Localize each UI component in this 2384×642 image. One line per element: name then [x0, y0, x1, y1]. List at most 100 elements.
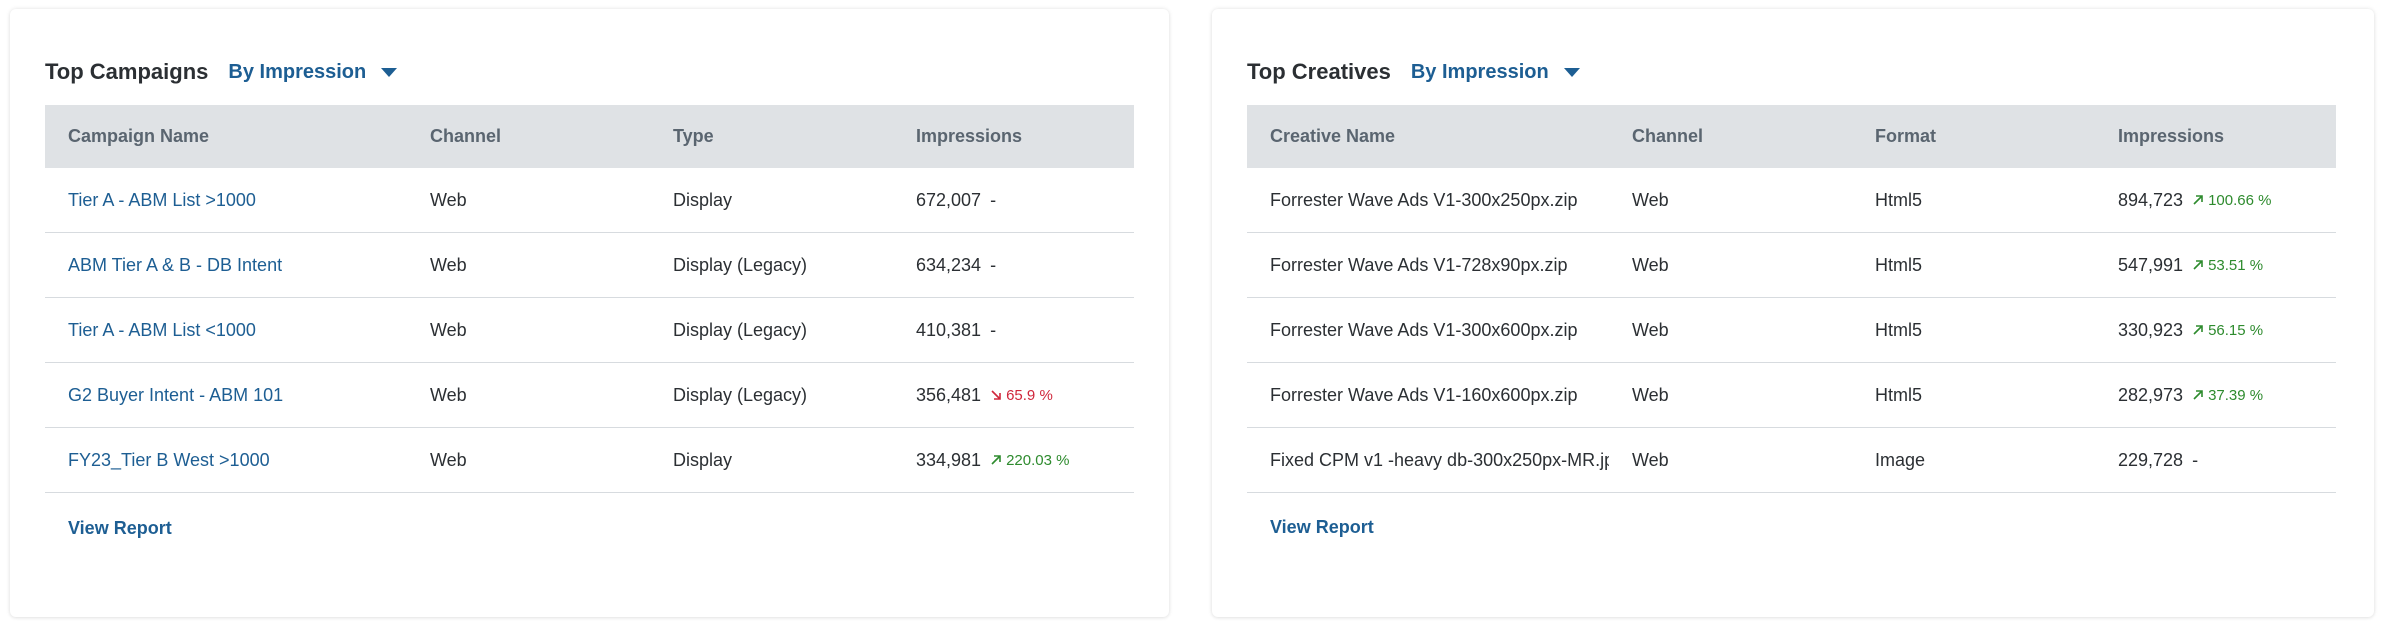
- arrow-up-right-icon: [2193, 260, 2203, 270]
- type-cell: Html5: [1875, 319, 1923, 340]
- trend-value: -: [990, 254, 997, 275]
- impressions-value: 672,007: [916, 189, 982, 210]
- table-header: Campaign Name Channel Type Impressions: [45, 105, 1134, 168]
- channel-cell: Web: [430, 189, 467, 210]
- table-row: Tier A - ABM List <1000 Web Display (Legac…: [45, 298, 1134, 363]
- trend-value: 53.51 %: [2208, 256, 2264, 274]
- impressions-cell: 672,007-: [893, 190, 1134, 211]
- channel-cell: Web: [1632, 319, 1669, 340]
- impressions-cell: 330,923 56.15 %: [2095, 320, 2336, 341]
- impressions-value: 330,923: [2118, 319, 2184, 340]
- card-title: Top Creatives: [1247, 59, 1391, 84]
- type-cell: Html5: [1875, 254, 1923, 275]
- creative-name: Forrester Wave Ads V1-728x90px.zip: [1270, 254, 1568, 275]
- type-cell: Image: [1875, 449, 1926, 470]
- trend-indicator: 220.03 %: [990, 452, 1069, 469]
- channel-cell: Web: [1632, 449, 1669, 470]
- trend-value: -: [990, 189, 997, 210]
- trend-indicator: -: [2192, 450, 2198, 471]
- impressions-value: 282,973: [2118, 384, 2184, 405]
- impressions-value: 634,234: [916, 254, 982, 275]
- impressions-value: 894,723: [2118, 189, 2184, 210]
- campaign-name-link[interactable]: ABM Tier A & B - DB Intent: [45, 255, 407, 276]
- campaign-name-link[interactable]: G2 Buyer Intent - ABM 101: [45, 385, 407, 406]
- impressions-cell: 894,723 100.66 %: [2095, 190, 2336, 211]
- impressions-value: 410,381: [916, 319, 982, 340]
- trend-value: 220.03 %: [1006, 451, 1070, 469]
- impressions-cell: 334,981 220.03 %: [893, 450, 1134, 471]
- table-row: Forrester Wave Ads V1-728x90px.zip Web Htm…: [1247, 233, 2336, 298]
- impressions-value: 334,981: [916, 449, 982, 470]
- impressions-cell: 356,481 65.9 %: [893, 385, 1134, 406]
- top-campaigns-card: Top Campaigns By Impression Campaign Nam…: [10, 9, 1169, 617]
- creative-name: Forrester Wave Ads V1-160x600px.zip: [1270, 384, 1578, 405]
- table-body: Forrester Wave Ads V1-300x250px.zip Web Ht…: [1247, 168, 2336, 493]
- campaigns-table: Campaign Name Channel Type Impressions T…: [45, 105, 1134, 493]
- campaign-name-link[interactable]: Tier A - ABM List <1000: [45, 320, 407, 341]
- sort-dropdown[interactable]: By Impression: [1411, 61, 1581, 84]
- table-row: G2 Buyer Intent - ABM 101 Web Display (Leg…: [45, 363, 1134, 428]
- impressions-cell: 282,973 37.39 %: [2095, 385, 2336, 406]
- type-cell: Html5: [1875, 384, 1923, 405]
- table-row: ABM Tier A & B - DB Intent Web Display (Le…: [45, 233, 1134, 298]
- impressions-value: 229,728: [2118, 449, 2184, 470]
- trend-indicator: -: [990, 255, 996, 276]
- column-header-format: Format: [1875, 126, 1937, 146]
- table-header: Creative Name Channel Format Impressions: [1247, 105, 2336, 168]
- caret-down-icon[interactable]: [380, 67, 398, 78]
- table-body: Tier A - ABM List >1000 Web Display 672,007…: [45, 168, 1134, 493]
- channel-cell: Web: [1632, 254, 1669, 275]
- campaign-name-link[interactable]: FY23_Tier B West >1000: [45, 450, 407, 471]
- sort-dropdown-label[interactable]: By Impression: [228, 61, 366, 84]
- column-header-channel: Channel: [1632, 126, 1704, 146]
- impressions-cell: 410,381-: [893, 320, 1134, 341]
- type-cell: Html5: [1875, 189, 1923, 210]
- column-header-impressions: Impressions: [2118, 126, 2225, 146]
- view-report-link[interactable]: View Report: [1270, 517, 1374, 538]
- trend-indicator: -: [990, 320, 996, 341]
- sort-dropdown-label[interactable]: By Impression: [1411, 61, 1549, 84]
- creative-name: Fixed CPM v1 -heavy db-300x250px-MR.jpg: [1270, 449, 1609, 470]
- creative-name: Forrester Wave Ads V1-300x250px.zip: [1270, 189, 1578, 210]
- trend-indicator: 65.9 %: [990, 387, 1053, 404]
- table-row: Forrester Wave Ads V1-300x250px.zip Web Ht…: [1247, 168, 2336, 233]
- arrow-up-right-icon: [991, 455, 1001, 465]
- caret-down-icon[interactable]: [1563, 67, 1581, 78]
- trend-value: 37.39 %: [2208, 386, 2264, 404]
- type-cell: Display (Legacy): [673, 319, 808, 340]
- impressions-cell: 547,991 53.51 %: [2095, 255, 2336, 276]
- channel-cell: Web: [1632, 384, 1669, 405]
- channel-cell: Web: [430, 319, 467, 340]
- trend-value: -: [990, 319, 997, 340]
- table-row: Tier A - ABM List >1000 Web Display 672,007…: [45, 168, 1134, 233]
- trend-value: 56.15 %: [2208, 321, 2264, 339]
- trend-indicator: 100.66 %: [2192, 192, 2271, 209]
- sort-dropdown[interactable]: By Impression: [228, 61, 398, 84]
- card-title: Top Campaigns: [45, 59, 209, 84]
- type-cell: Display: [673, 189, 733, 210]
- channel-cell: Web: [430, 254, 467, 275]
- creatives-table: Creative Name Channel Format Impressions…: [1247, 105, 2336, 493]
- view-report-link[interactable]: View Report: [68, 518, 172, 539]
- arrow-up-right-icon: [2193, 325, 2203, 335]
- trend-indicator: 56.15 %: [2192, 322, 2263, 339]
- trend-indicator: 53.51 %: [2192, 257, 2263, 274]
- creative-name: Forrester Wave Ads V1-300x600px.zip: [1270, 319, 1578, 340]
- column-header-type: Type: [673, 126, 714, 146]
- type-cell: Display (Legacy): [673, 384, 808, 405]
- card-header: Top Creatives By Impression: [1247, 54, 1581, 90]
- impressions-value: 547,991: [2118, 254, 2184, 275]
- impressions-cell: 634,234-: [893, 255, 1134, 276]
- trend-value: 100.66 %: [2208, 191, 2272, 209]
- type-cell: Display (Legacy): [673, 254, 808, 275]
- trend-value: -: [2192, 449, 2199, 470]
- campaign-name-link[interactable]: Tier A - ABM List >1000: [45, 190, 407, 211]
- card-header: Top Campaigns By Impression: [45, 54, 398, 90]
- type-cell: Display: [673, 449, 733, 470]
- column-header-impressions: Impressions: [916, 126, 1023, 146]
- table-row: FY23_Tier B West >1000 Web Display 334,981 2…: [45, 428, 1134, 493]
- impressions-value: 356,481: [916, 384, 982, 405]
- arrow-down-right-icon: [991, 390, 1001, 400]
- top-creatives-card: Top Creatives By Impression Creative Nam…: [1212, 9, 2374, 617]
- impressions-cell: 229,728-: [2095, 450, 2336, 471]
